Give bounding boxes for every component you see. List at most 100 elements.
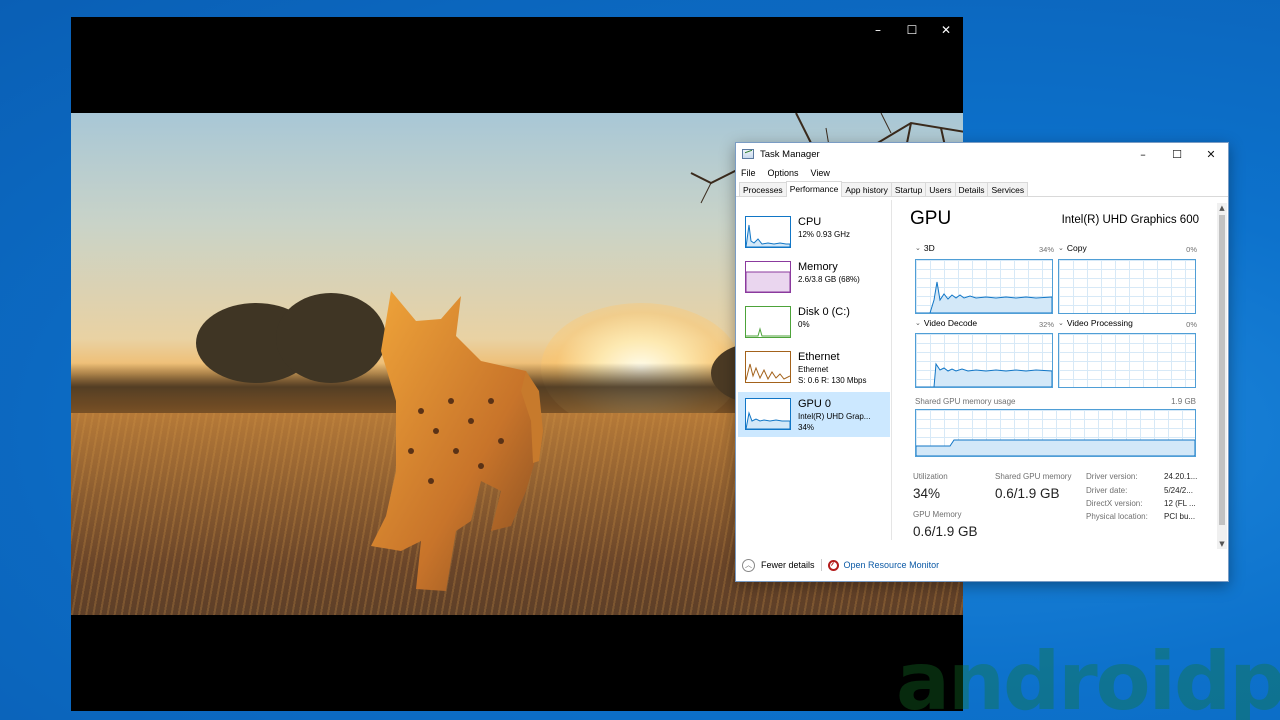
shared-memory-graph-label: Shared GPU memory usage: [915, 397, 1016, 406]
engine-label-copy: Copy: [1066, 243, 1087, 253]
driver-version-label: Driver version:: [1086, 472, 1138, 481]
sidebar-disk-name: Disk 0 (C:): [798, 306, 850, 318]
sidebar-item-disk[interactable]: Disk 0 (C:) 0%: [738, 300, 890, 345]
physical-location-value: PCI bu...: [1164, 512, 1196, 521]
chevron-up-icon[interactable]: ︿: [742, 558, 755, 572]
engine-percent-video-processing: 0%: [1186, 320, 1197, 329]
utilization-value: 34%: [913, 486, 941, 501]
vertical-scrollbar[interactable]: ▲ ▼: [1217, 203, 1227, 549]
utilization-label: Utilization: [913, 472, 948, 481]
serval-cat: [371, 291, 543, 591]
directx-version-label: DirectX version:: [1086, 499, 1143, 508]
engine-selector-video-decode[interactable]: ⌄ Video Decode: [915, 318, 977, 328]
title-bar[interactable]: Task Manager – ☐ ✕: [736, 143, 1228, 165]
close-button[interactable]: ✕: [1194, 143, 1228, 165]
disk-mini-graph: [745, 306, 791, 338]
sidebar-gpu-name: GPU 0: [798, 398, 832, 410]
scroll-up-icon[interactable]: ▲: [1217, 203, 1227, 213]
engine-label-video-decode: Video Decode: [923, 318, 978, 328]
gpu-heading: GPU: [910, 208, 952, 229]
gpu-mini-graph: [745, 398, 791, 430]
graph-video-processing: [1058, 333, 1196, 388]
sidebar-disk-detail: 0%: [798, 320, 810, 329]
driver-date-value: 5/24/2...: [1164, 486, 1193, 495]
menu-file[interactable]: File: [741, 168, 756, 178]
gpu-memory-value: 0.6/1.9 GB: [913, 524, 978, 539]
gpu-memory-label: GPU Memory: [913, 510, 962, 519]
window-title: Task Manager: [760, 148, 820, 160]
engine-percent-copy: 0%: [1186, 245, 1197, 254]
resource-monitor-icon[interactable]: [827, 559, 839, 571]
graph-copy: [1058, 259, 1196, 314]
driver-version-value: 24.20.1...: [1164, 472, 1198, 481]
scroll-down-icon[interactable]: ▼: [1217, 539, 1227, 549]
task-manager-window: Task Manager – ☐ ✕ File Options View Pro…: [735, 142, 1229, 582]
shared-memory-graph-max: 1.9 GB: [1171, 397, 1196, 406]
sidebar-item-cpu[interactable]: CPU 12% 0.93 GHz: [738, 210, 890, 255]
task-manager-app-icon: [742, 149, 754, 159]
menu-bar: File Options View: [736, 165, 1228, 181]
maximize-button[interactable]: ☐: [1160, 143, 1194, 165]
performance-pane: CPU 12% 0.93 GHz Memory 2.6/3.8 GB (68%)…: [736, 200, 1228, 540]
tab-startup[interactable]: Startup: [890, 182, 927, 196]
androidpc-watermark: androidpc: [896, 635, 1280, 720]
menu-options[interactable]: Options: [768, 168, 799, 178]
graph-shared-gpu-memory: [915, 409, 1196, 457]
player-minimize-button[interactable]: –: [861, 17, 895, 43]
window-controls: – ☐ ✕: [1126, 143, 1228, 165]
minimize-button[interactable]: –: [1126, 143, 1160, 165]
sidebar-item-gpu[interactable]: GPU 0 Intel(R) UHD Grap... 34%: [738, 392, 890, 437]
tab-app-history[interactable]: App history: [841, 182, 892, 196]
player-maximize-button[interactable]: ☐: [895, 17, 929, 43]
sidebar-memory-detail: 2.6/3.8 GB (68%): [798, 275, 860, 284]
chevron-down-icon: ⌄: [915, 319, 921, 327]
engine-selector-3d[interactable]: ⌄ 3D: [915, 243, 935, 253]
chevron-down-icon: ⌄: [915, 244, 921, 252]
sidebar-ethernet-adapter: Ethernet: [798, 365, 829, 374]
engine-label-video-processing: Video Processing: [1066, 318, 1133, 328]
sidebar-memory-name: Memory: [798, 261, 838, 273]
open-resource-monitor-link[interactable]: Open Resource Monitor: [844, 560, 940, 570]
chevron-down-icon: ⌄: [1058, 244, 1064, 252]
chevron-down-icon: ⌄: [1058, 319, 1064, 327]
ethernet-mini-graph: [745, 351, 791, 383]
engine-percent-video-decode: 32%: [1038, 320, 1054, 329]
engine-selector-copy[interactable]: ⌄ Copy: [1058, 243, 1087, 253]
tab-strip: Processes Performance App history Startu…: [736, 181, 1228, 197]
tab-processes[interactable]: Processes: [739, 182, 787, 196]
engine-selector-video-processing[interactable]: ⌄ Video Processing: [1058, 318, 1133, 328]
player-window-controls: – ☐ ✕: [861, 17, 963, 43]
engine-label-3d: 3D: [923, 243, 935, 253]
sidebar-ethernet-throughput: S: 0.6 R: 130 Mbps: [798, 376, 867, 385]
sidebar-cpu-detail: 12% 0.93 GHz: [798, 230, 851, 239]
sidebar-cpu-name: CPU: [798, 216, 822, 228]
scrollbar-thumb[interactable]: [1219, 215, 1225, 525]
graph-video-decode: [915, 333, 1053, 388]
sidebar-item-ethernet[interactable]: Ethernet Ethernet S: 0.6 R: 130 Mbps: [738, 345, 890, 390]
driver-date-label: Driver date:: [1086, 486, 1128, 495]
cpu-mini-graph: [745, 216, 791, 248]
directx-version-value: 12 (FL ...: [1164, 499, 1196, 508]
tab-services[interactable]: Services: [987, 182, 1029, 196]
tab-users[interactable]: Users: [925, 182, 956, 196]
sidebar-item-memory[interactable]: Memory 2.6/3.8 GB (68%): [738, 255, 890, 300]
fewer-details-link[interactable]: Fewer details: [761, 560, 815, 570]
player-close-button[interactable]: ✕: [929, 17, 963, 43]
shared-memory-value: 0.6/1.9 GB: [995, 486, 1060, 501]
shared-memory-label: Shared GPU memory: [995, 472, 1072, 481]
gpu-detail-panel: GPU Intel(R) UHD Graphics 600 ⌄ 3D 34% ⌄…: [906, 200, 1211, 540]
resource-sidebar: CPU 12% 0.93 GHz Memory 2.6/3.8 GB (68%)…: [736, 200, 892, 540]
engine-percent-3d: 34%: [1038, 245, 1054, 254]
footer: ︿ Fewer details Open Resource Monitor: [736, 555, 1228, 575]
sidebar-ethernet-name: Ethernet: [798, 351, 840, 363]
gpu-model-name: Intel(R) UHD Graphics 600: [1061, 214, 1199, 226]
menu-view[interactable]: View: [811, 168, 830, 178]
sidebar-gpu-percent: 34%: [798, 423, 815, 432]
tab-performance[interactable]: Performance: [785, 181, 843, 197]
footer-divider: [820, 559, 822, 571]
memory-mini-graph: [745, 261, 791, 293]
physical-location-label: Physical location:: [1086, 512, 1148, 521]
sidebar-gpu-model: Intel(R) UHD Grap...: [798, 412, 871, 421]
tab-details[interactable]: Details: [954, 182, 989, 196]
graph-3d: [915, 259, 1053, 314]
